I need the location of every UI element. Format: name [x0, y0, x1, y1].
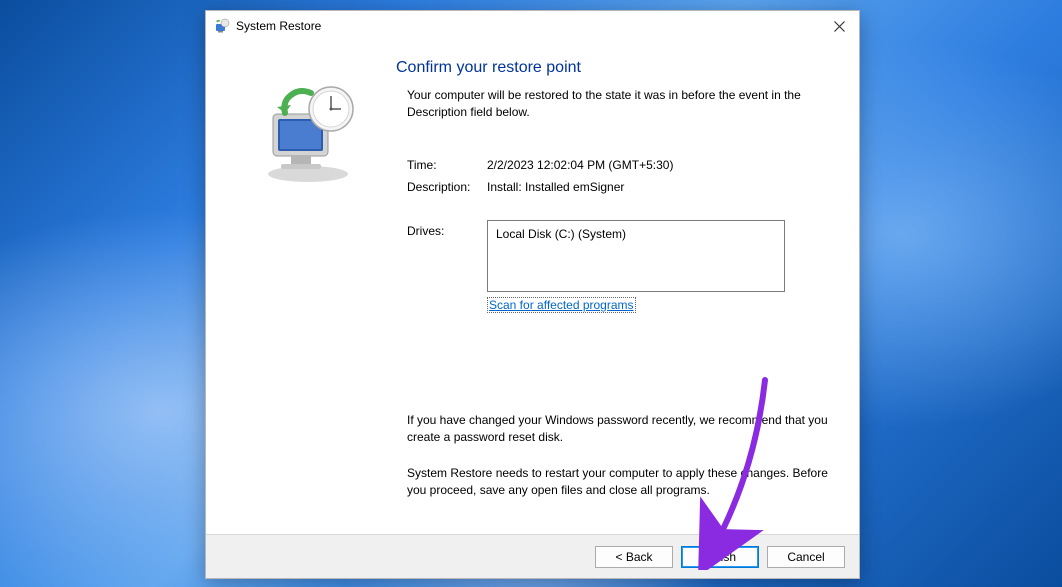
password-warning-text: If you have changed your Windows passwor…: [396, 412, 831, 447]
description-label: Description:: [407, 180, 487, 194]
time-value: 2/2/2023 12:02:04 PM (GMT+5:30): [487, 158, 673, 172]
system-restore-icon: [253, 79, 363, 189]
close-button[interactable]: [825, 15, 853, 37]
system-restore-window: System Restore: [205, 10, 860, 579]
window-title: System Restore: [236, 19, 825, 33]
time-row: Time: 2/2/2023 12:02:04 PM (GMT+5:30): [396, 158, 831, 172]
button-bar: < Back Finish Cancel: [206, 534, 859, 578]
wizard-image-panel: [228, 59, 388, 524]
drive-item: Local Disk (C:) (System): [496, 227, 626, 241]
time-label: Time:: [407, 158, 487, 172]
page-instruction: Your computer will be restored to the st…: [396, 87, 831, 122]
drives-label: Drives:: [407, 220, 487, 292]
page-heading: Confirm your restore point: [396, 59, 831, 77]
drives-row: Drives: Local Disk (C:) (System): [396, 220, 831, 292]
finish-button[interactable]: Finish: [681, 546, 759, 568]
titlebar: System Restore: [206, 11, 859, 41]
restart-warning-text: System Restore needs to restart your com…: [396, 465, 831, 500]
app-icon: [214, 18, 230, 34]
description-value: Install: Installed emSigner: [487, 180, 624, 194]
description-row: Description: Install: Installed emSigner: [396, 180, 831, 194]
dialog-content: Confirm your restore point Your computer…: [206, 41, 859, 534]
wizard-text-panel: Confirm your restore point Your computer…: [388, 59, 831, 524]
back-button[interactable]: < Back: [595, 546, 673, 568]
scan-link-row: Scan for affected programs: [396, 298, 831, 312]
cancel-button[interactable]: Cancel: [767, 546, 845, 568]
drives-listbox[interactable]: Local Disk (C:) (System): [487, 220, 785, 292]
scan-affected-programs-link[interactable]: Scan for affected programs: [487, 297, 636, 313]
